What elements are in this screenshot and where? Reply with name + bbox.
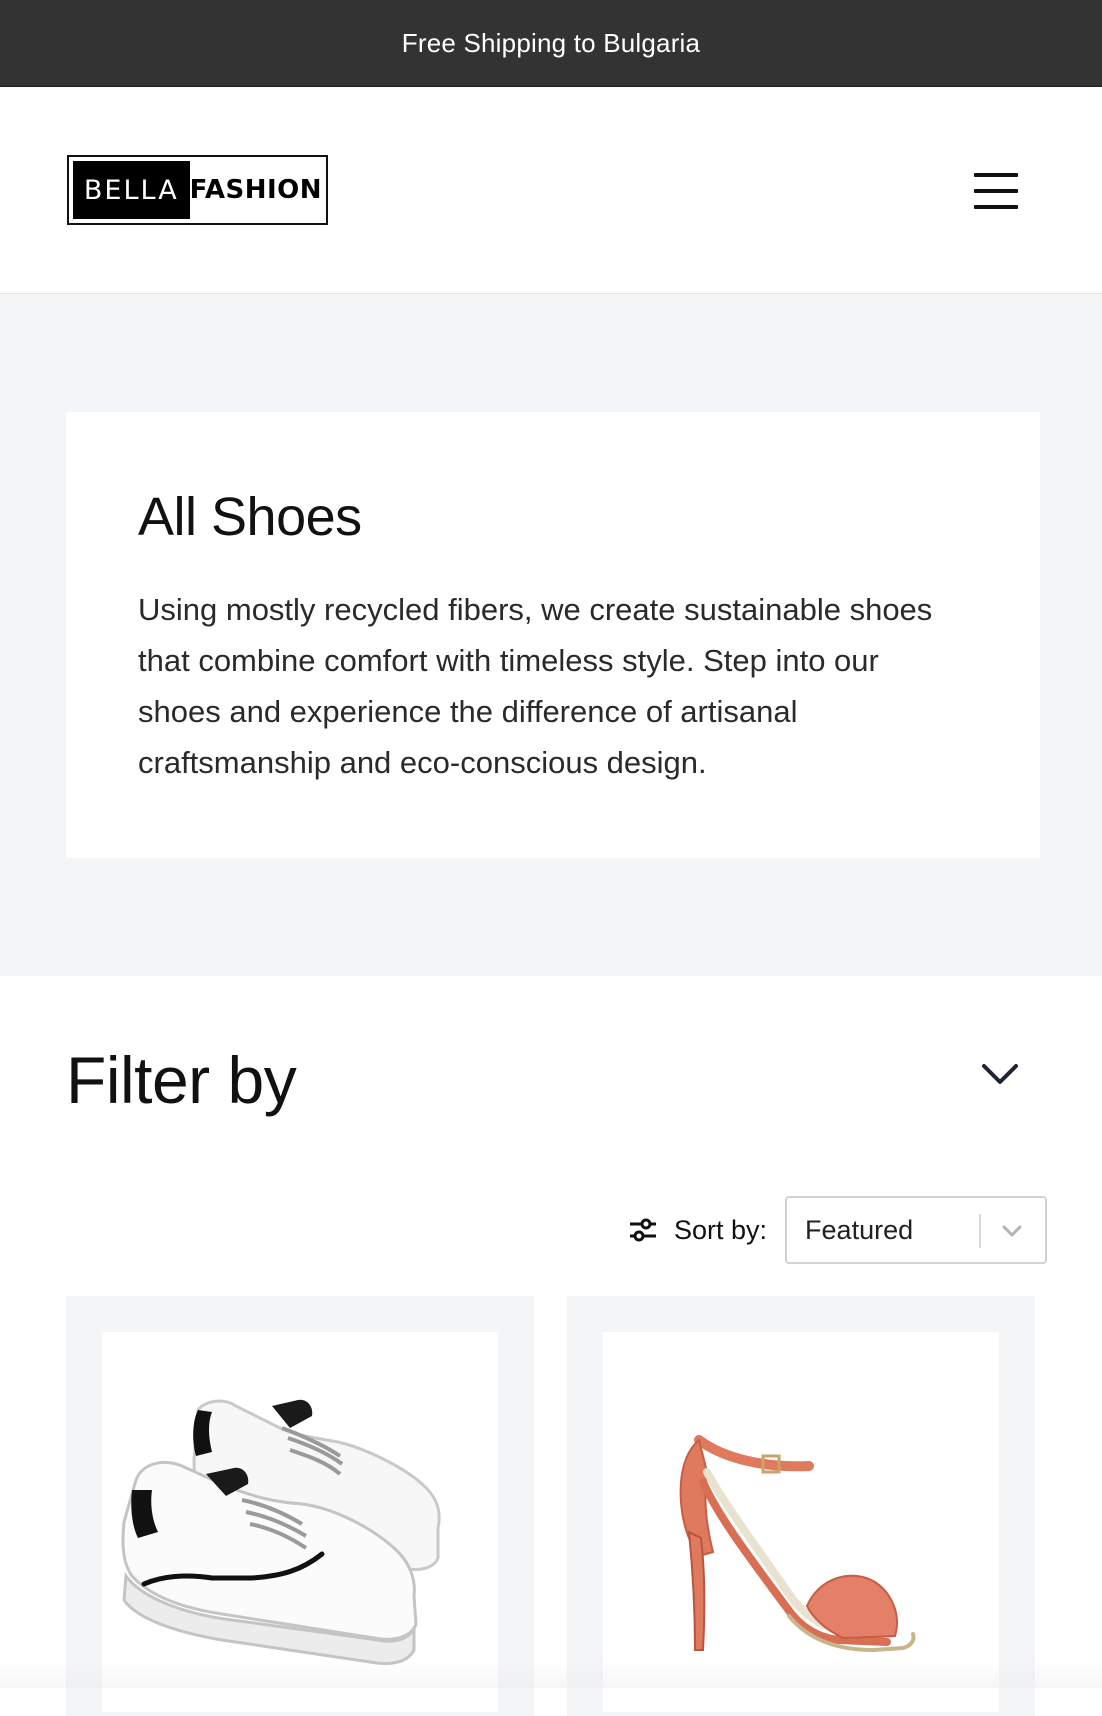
sort-controls: Sort by: Featured: [628, 1196, 1048, 1264]
product-card[interactable]: [66, 1296, 534, 1716]
filter-heading[interactable]: Filter by: [66, 1042, 297, 1118]
select-divider: [979, 1214, 982, 1248]
collection-description: Using mostly recycled fibers, we create …: [138, 592, 933, 780]
chevron-down-icon[interactable]: [976, 1054, 1024, 1094]
sort-selected-value: Featured: [805, 1214, 914, 1245]
sliders-icon: [630, 1218, 656, 1242]
sort-select[interactable]: Featured: [785, 1196, 1048, 1264]
announcement-bar: Free Shipping to Bulgaria: [0, 0, 1102, 87]
white-sneakers-image[interactable]: [102, 1332, 498, 1712]
announcement-text: Free Shipping to Bulgaria: [401, 27, 701, 58]
chevron-down-icon: [1002, 1225, 1022, 1237]
coral-high-heel-sandal-image[interactable]: [603, 1332, 999, 1712]
bottom-fade: [0, 1660, 1102, 1688]
sort-label: Sort by:: [674, 1214, 768, 1245]
site-header: BELLA FASHION: [0, 87, 1102, 294]
brand-logo[interactable]: BELLA FASHION: [67, 155, 328, 225]
logo-word-fashion: FASHION: [189, 175, 322, 205]
hamburger-menu-icon[interactable]: [972, 171, 1020, 211]
product-card[interactable]: [567, 1296, 1035, 1716]
page-title: All Shoes: [138, 487, 362, 547]
collection-intro-card: All Shoes Using mostly recycled fibers, …: [66, 412, 1040, 858]
logo-word-bella: BELLA: [73, 161, 190, 219]
